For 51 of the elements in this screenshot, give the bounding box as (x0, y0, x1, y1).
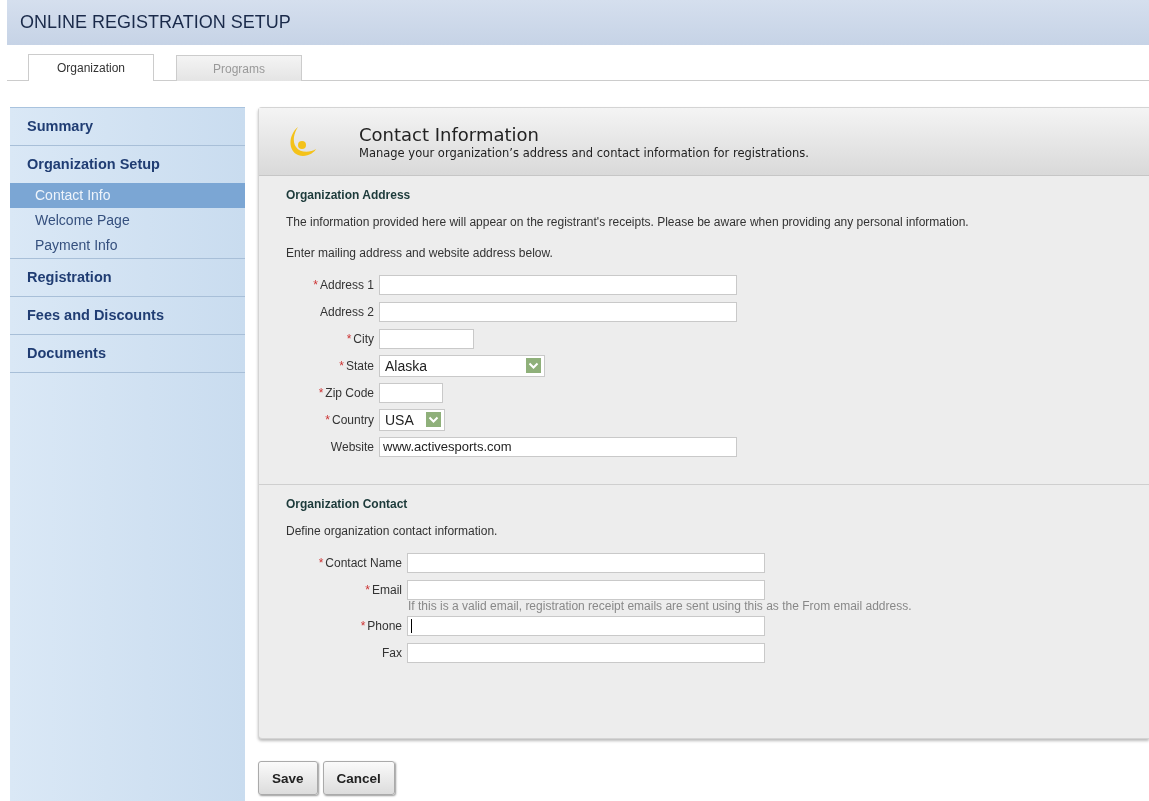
field-label: Zip Code (325, 385, 374, 400)
sidebar-item[interactable]: Registration (10, 259, 245, 296)
input-field[interactable] (379, 301, 737, 322)
required-asterisk: * (325, 412, 330, 427)
sidebar-subitem[interactable]: Payment Info (10, 233, 245, 258)
hint-text: If this is a valid email, registration receipt emails are sent using this as the From email address. (408, 599, 913, 613)
field-label: Address 1 (319, 277, 374, 292)
instruction-text: Define organization contact information. (286, 524, 499, 538)
input-field[interactable] (407, 552, 765, 573)
required-asterisk: * (365, 582, 370, 597)
field-label: Fax (382, 645, 402, 660)
action-button[interactable]: Save (258, 761, 318, 795)
required-asterisk: * (318, 385, 324, 400)
input-field[interactable] (379, 328, 474, 349)
field-label: Address 2 (319, 304, 374, 319)
caret-icon (426, 412, 441, 427)
page-title: ONLINE REGISTRATION SETUP (20, 12, 291, 33)
sidebar-item[interactable]: Summary (10, 108, 245, 145)
sidebar-item[interactable]: Fees and Discounts (10, 297, 245, 334)
required-asterisk: * (339, 358, 344, 373)
field-label: Website (330, 439, 374, 454)
instruction-text: Enter mailing address and website address below. (286, 246, 554, 260)
dropdown[interactable]: Alaska (379, 354, 545, 377)
tab[interactable]: Organization (28, 54, 154, 81)
section-heading: Organization Contact (286, 497, 409, 511)
required-asterisk: * (313, 277, 318, 292)
sidebar-item[interactable]: Organization Setup (10, 146, 245, 183)
panel-subtitle: Manage your organization’s address and contact information for registrations. (359, 145, 809, 160)
field-label: Country (331, 412, 374, 427)
caret-icon (526, 358, 541, 373)
input-field[interactable] (379, 382, 443, 403)
required-asterisk: * (360, 618, 366, 633)
field-label: Contact Name (325, 555, 402, 570)
input-field[interactable]: www.activesports.com (379, 436, 737, 457)
input-field[interactable] (407, 579, 765, 600)
sidebar-item[interactable]: Documents (10, 335, 245, 372)
field-label: City (353, 331, 374, 346)
required-asterisk: * (346, 331, 352, 346)
input-field[interactable] (407, 642, 765, 663)
section-heading: Organization Address (286, 188, 412, 202)
input-field[interactable] (407, 615, 765, 636)
field-label: Phone (367, 618, 402, 633)
panel-title: Contact Information (359, 123, 540, 145)
field-label: Email (372, 582, 402, 597)
input-field[interactable] (379, 274, 737, 295)
dropdown[interactable]: USA (379, 408, 445, 431)
action-button[interactable]: Cancel (322, 761, 395, 795)
sidebar-subitem[interactable]: Welcome Page (10, 208, 245, 233)
field-label: State (345, 358, 374, 373)
instruction-text: The information provided here will appear on the registrant's receipts. Please be aware when providing any personal information. (286, 215, 970, 229)
required-asterisk: * (318, 555, 324, 570)
